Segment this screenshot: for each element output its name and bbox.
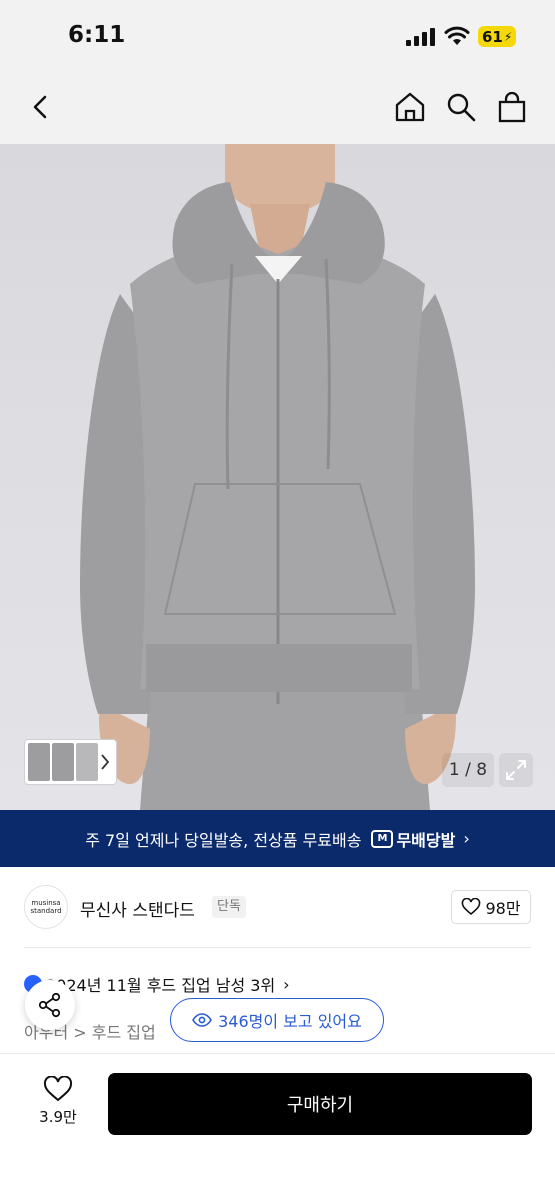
thumbnail-strip[interactable] bbox=[24, 739, 117, 785]
product-image-gallery[interactable]: 1 / 8 bbox=[0, 144, 555, 810]
wishlist-count: 3.9만 bbox=[39, 1108, 77, 1126]
brand-like-count: 98만 bbox=[485, 899, 521, 918]
thumbnail-image[interactable] bbox=[76, 743, 98, 781]
status-time: 6:11 bbox=[68, 22, 126, 48]
battery-indicator: 61 ⚡ bbox=[478, 26, 516, 47]
battery-level: 61 bbox=[482, 27, 503, 46]
home-icon[interactable] bbox=[393, 90, 427, 124]
brand-row: musinsa standard 무신사 스탠다드 단독 98만 bbox=[0, 867, 555, 947]
heart-icon bbox=[43, 1076, 73, 1102]
heart-icon bbox=[462, 898, 481, 916]
wifi-icon bbox=[444, 26, 470, 45]
cellular-signal-icon bbox=[406, 28, 435, 46]
free-shipping-banner[interactable]: 주 7일 언제나 당일발송, 전상품 무료배송 M 무배당발 › bbox=[0, 810, 555, 867]
banner-text: 주 7일 언제나 당일발송, 전상품 무료배송 bbox=[85, 830, 362, 850]
divider bbox=[24, 947, 531, 948]
chevron-right-icon bbox=[101, 754, 110, 770]
search-icon[interactable] bbox=[444, 90, 478, 124]
share-button[interactable] bbox=[25, 980, 75, 1030]
product-photo bbox=[0, 144, 555, 810]
chevron-right-icon: › bbox=[283, 974, 290, 994]
live-viewers-pill: 346명이 보고 있어요 bbox=[170, 998, 384, 1042]
share-icon bbox=[38, 992, 61, 1018]
banner-logo: M 무배당발 bbox=[371, 827, 455, 851]
charging-bolt-icon: ⚡ bbox=[503, 29, 513, 44]
shopping-bag-icon[interactable] bbox=[495, 90, 529, 124]
thumbnail-image[interactable] bbox=[52, 743, 74, 781]
brand-name[interactable]: 무신사 스탠다드 bbox=[80, 896, 195, 921]
viewers-text: 346명이 보고 있어요 bbox=[218, 1012, 362, 1031]
top-nav-bar bbox=[0, 74, 555, 144]
buy-button[interactable]: 구매하기 bbox=[108, 1073, 532, 1135]
ranking-text: 2024년 11월 후드 집업 남성 3위 bbox=[46, 976, 276, 995]
expand-icon[interactable] bbox=[499, 753, 533, 787]
status-bar: 6:11 61 ⚡ bbox=[0, 0, 555, 74]
wishlist-button[interactable]: 3.9만 bbox=[30, 1076, 86, 1136]
image-counter: 1 / 8 bbox=[442, 753, 494, 787]
brand-logo[interactable]: musinsa standard bbox=[24, 885, 68, 929]
exclusive-badge: 단독 bbox=[212, 896, 246, 918]
brand-like-button[interactable]: 98만 bbox=[451, 890, 531, 924]
thumbnail-image[interactable] bbox=[28, 743, 50, 781]
bottom-purchase-bar: 3.9만 구매하기 bbox=[0, 1053, 555, 1200]
back-icon[interactable] bbox=[24, 90, 58, 124]
banner-logo-text: 무배당발 bbox=[396, 830, 456, 850]
chevron-right-icon: › bbox=[463, 829, 470, 848]
brand-logo-line1: musinsa bbox=[31, 899, 61, 907]
eye-icon bbox=[192, 1013, 213, 1027]
brand-logo-line2: standard bbox=[30, 907, 62, 915]
truck-logo-icon: M bbox=[371, 829, 394, 848]
